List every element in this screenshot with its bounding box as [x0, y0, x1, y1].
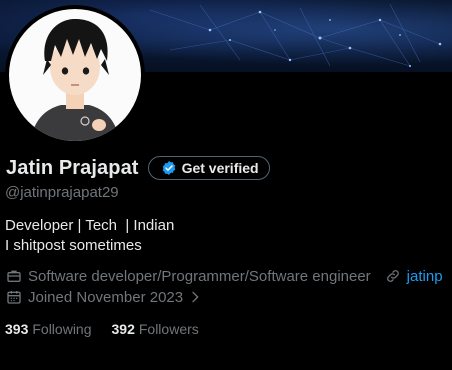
name-row: Jatin Prajapat Get verified	[6, 154, 270, 182]
avatar[interactable]	[5, 5, 145, 145]
follow-stats: 393 Following 392 Followers	[5, 319, 199, 339]
verified-badge-icon	[161, 160, 177, 176]
link-icon	[385, 268, 401, 284]
get-verified-label: Get verified	[181, 160, 259, 176]
chevron-right-icon	[187, 289, 203, 305]
following-label: Following	[32, 321, 92, 337]
joined-text: Joined November 2023	[28, 288, 184, 306]
followers-link[interactable]: 392 Followers	[112, 321, 199, 337]
bio-line: I shitpost sometimes	[5, 237, 142, 254]
calendar-icon	[6, 289, 22, 305]
bio: Developer | Tech | Indian I shitpost som…	[5, 216, 174, 256]
display-name: Jatin Prajapat	[6, 156, 139, 179]
joined-row[interactable]: Joined November 2023	[6, 287, 203, 307]
followers-count: 392	[111, 321, 135, 337]
followers-label: Followers	[138, 321, 199, 337]
user-handle: @jatinprajapat29	[5, 184, 119, 201]
profile-page: Jatin Prajapat Get verified @jatinprajap…	[0, 0, 452, 370]
following-count: 393	[5, 321, 29, 337]
briefcase-icon	[6, 268, 22, 284]
profession-row: Software developer/Programmer/Software e…	[6, 266, 443, 286]
avatar-image	[9, 9, 141, 141]
following-link[interactable]: 393 Following	[5, 321, 92, 337]
get-verified-button[interactable]: Get verified	[147, 156, 270, 180]
website-link[interactable]: jatinp	[407, 268, 443, 285]
profession-text: Software developer/Programmer/Software e…	[28, 267, 371, 285]
bio-line: Developer | Tech | Indian	[5, 217, 175, 234]
